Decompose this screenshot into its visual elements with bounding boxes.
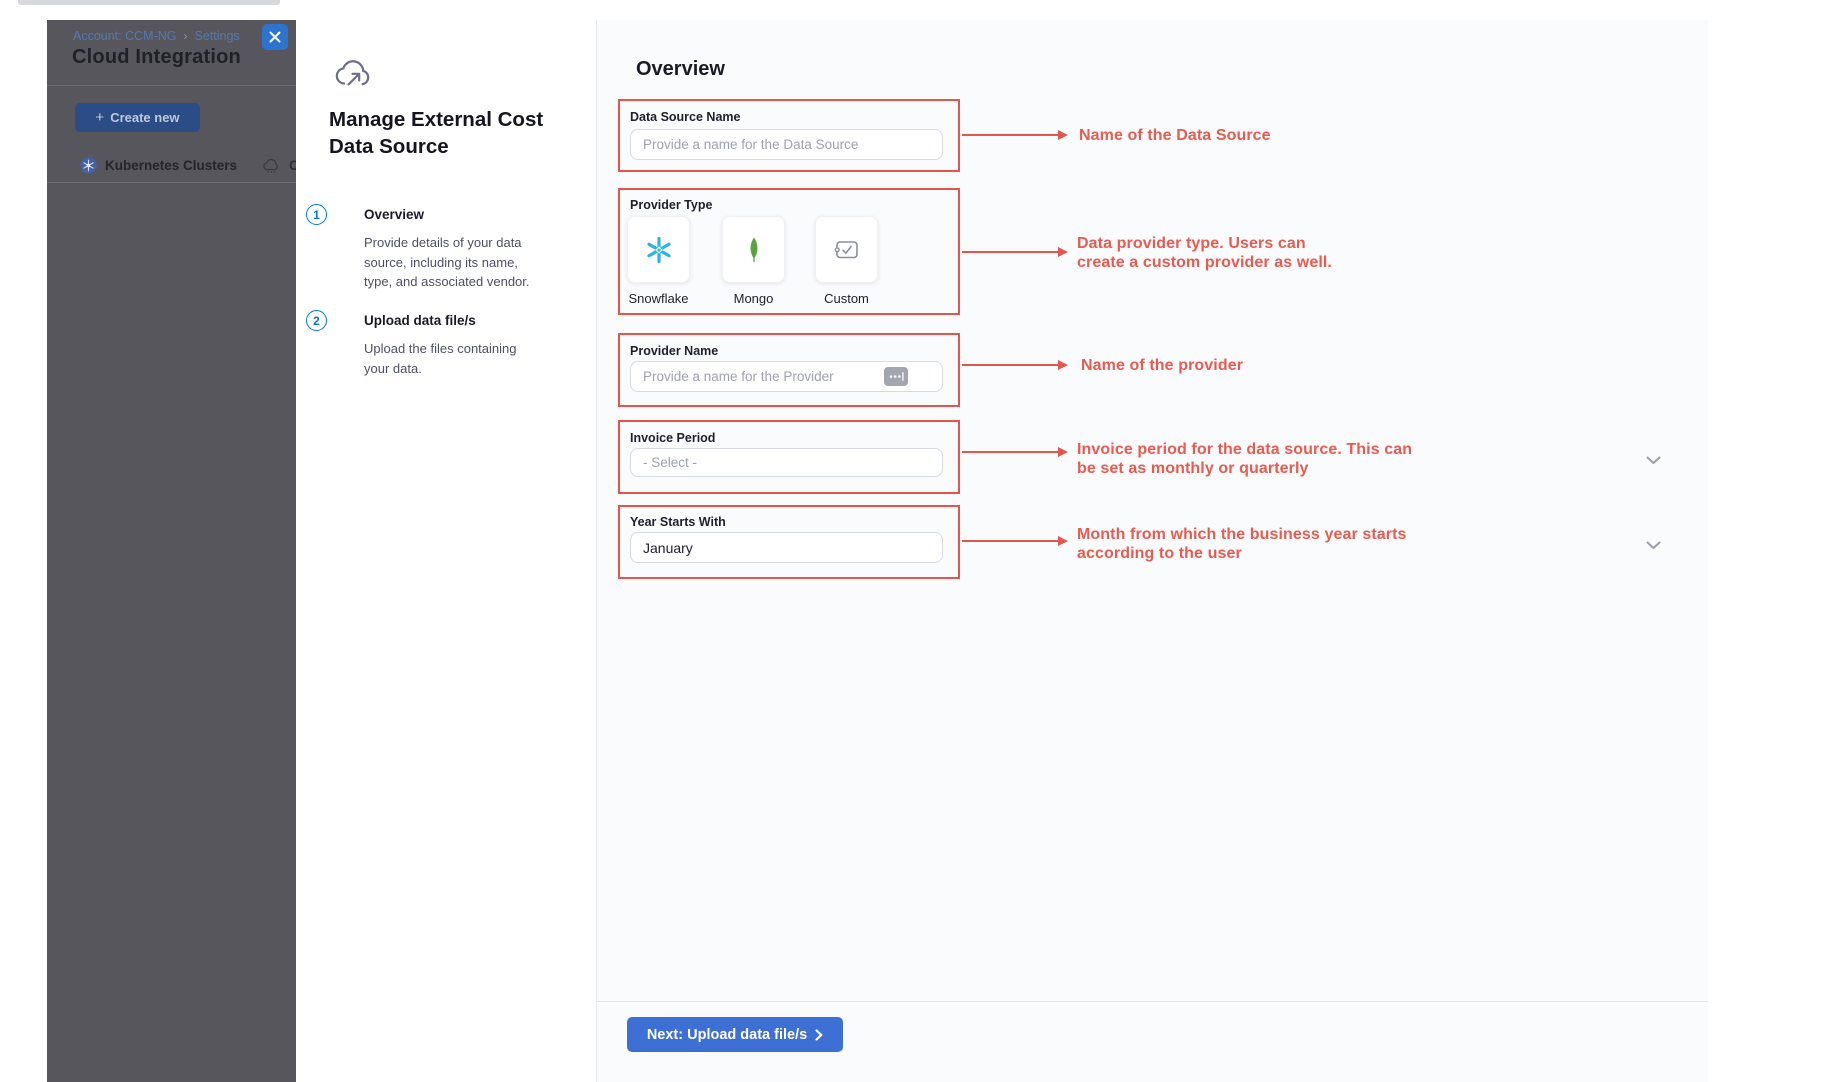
year-starts-with-select[interactable]: January	[630, 532, 943, 563]
dimmed-background-panel	[47, 20, 296, 1082]
chevron-down-icon	[1646, 541, 1661, 550]
kubernetes-icon	[80, 157, 97, 174]
create-new-button-label: Create new	[110, 110, 179, 125]
annotation-text-5: Month from which the business year start…	[1077, 525, 1407, 563]
provider-option-mongo-label: Mongo	[722, 291, 785, 306]
invoice-period-chevron[interactable]	[1646, 452, 1661, 470]
plus-icon: +	[95, 110, 104, 125]
annotation-arrow-5	[962, 540, 1058, 542]
provider-card-mongo[interactable]	[722, 216, 785, 283]
annotation-text-2: Data provider type. Users can create a c…	[1077, 234, 1332, 272]
annotation-arrow-2	[962, 251, 1058, 253]
annotation-text-1: Name of the Data Source	[1079, 126, 1271, 145]
breadcrumb-separator-icon: ›	[184, 29, 188, 43]
provider-card-custom[interactable]	[815, 216, 878, 283]
provider-card-snowflake[interactable]	[627, 216, 690, 283]
snowflake-icon	[644, 235, 674, 265]
breadcrumb: Account: CCM-NG › Settings	[73, 29, 240, 43]
invoice-period-label: Invoice Period	[630, 431, 715, 445]
step-1-number: 1	[313, 208, 320, 222]
step-2-title: Upload data file/s	[364, 313, 476, 328]
step-2-description: Upload the files containing your data.	[364, 339, 542, 378]
drawer-title: Manage External Cost Data Source	[329, 106, 571, 160]
provider-option-snowflake-label: Snowflake	[627, 291, 690, 306]
arrow-right-icon	[1058, 130, 1068, 140]
breadcrumb-account-link[interactable]: Account: CCM-NG	[73, 29, 177, 43]
chevron-right-icon	[815, 1029, 823, 1041]
year-starts-with-label: Year Starts With	[630, 515, 726, 529]
cloud-export-icon	[333, 57, 371, 95]
data-source-name-label: Data Source Name	[630, 110, 740, 124]
cloud-icon	[262, 158, 281, 173]
drawer-close-button[interactable]	[262, 24, 288, 50]
section-heading: Overview	[636, 58, 725, 81]
annotation-text-3: Name of the provider	[1081, 356, 1243, 375]
step-1-description: Provide details of your data source, inc…	[364, 233, 542, 292]
window-top-strip	[18, 0, 280, 5]
next-button-label: Next: Upload data file/s	[647, 1027, 807, 1043]
provider-type-label: Provider Type	[630, 198, 712, 212]
custom-provider-icon	[834, 238, 860, 262]
page-title: Cloud Integration	[72, 46, 241, 69]
arrow-right-icon	[1058, 247, 1068, 257]
step-2-number: 2	[313, 314, 320, 328]
annotation-arrow-4	[962, 451, 1058, 453]
close-icon	[269, 31, 281, 43]
footer-divider	[597, 1001, 1708, 1002]
annotation-text-4: Invoice period for the data source. This…	[1077, 440, 1412, 478]
annotation-arrow-3	[962, 364, 1058, 366]
data-source-name-input[interactable]	[630, 129, 943, 160]
year-starts-with-chevron[interactable]	[1646, 537, 1661, 555]
provider-name-label: Provider Name	[630, 344, 718, 358]
annotation-arrow-1	[962, 134, 1058, 136]
invoice-period-value: - Select -	[643, 455, 697, 470]
chevron-down-icon	[1646, 456, 1661, 465]
tabs-divider	[47, 182, 296, 183]
provider-option-custom-label: Custom	[815, 291, 878, 306]
tab-cloud-clipped[interactable]: C	[262, 158, 299, 173]
mongo-leaf-icon	[741, 236, 767, 263]
ellipsis-icon	[888, 371, 904, 382]
tab-kubernetes-clusters-label: Kubernetes Clusters	[105, 158, 237, 173]
next-upload-data-files-button[interactable]: Next: Upload data file/s	[627, 1017, 843, 1052]
drawer-panel	[296, 20, 597, 1082]
year-starts-with-value: January	[643, 540, 693, 556]
invoice-period-select[interactable]: - Select -	[630, 448, 943, 477]
breadcrumb-settings-link[interactable]: Settings	[195, 29, 240, 43]
step-1-badge: 1	[306, 204, 327, 225]
arrow-right-icon	[1058, 447, 1068, 457]
arrow-right-icon	[1058, 360, 1068, 370]
step-1-title: Overview	[364, 207, 424, 222]
tab-kubernetes-clusters[interactable]: Kubernetes Clusters	[80, 157, 237, 174]
create-new-button[interactable]: + Create new	[75, 103, 200, 132]
step-2-badge: 2	[306, 310, 327, 331]
header-divider	[47, 85, 296, 86]
arrow-right-icon	[1058, 536, 1068, 546]
input-type-selector-button[interactable]	[884, 367, 908, 386]
